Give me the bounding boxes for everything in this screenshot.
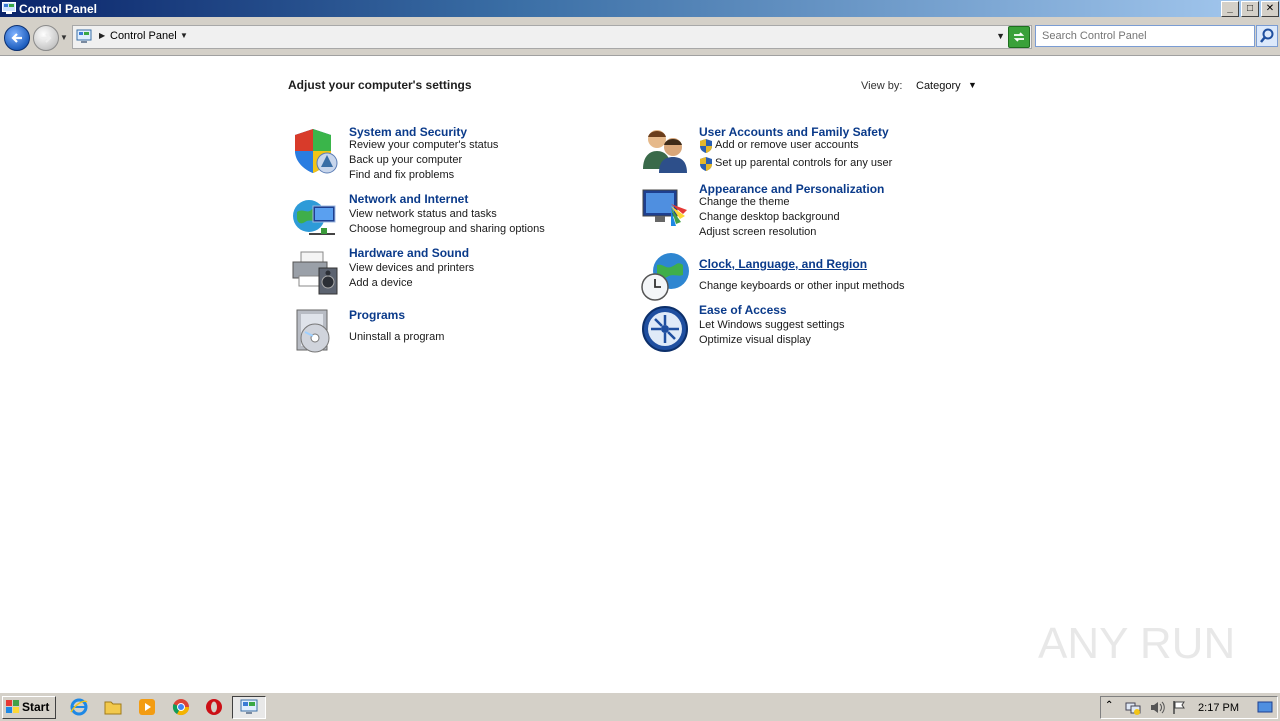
network-globe-icon bbox=[293, 200, 336, 235]
view-by-select[interactable]: Category bbox=[916, 80, 961, 92]
clock[interactable]: 2:17 PM bbox=[1198, 702, 1239, 714]
show-hidden-icons-icon[interactable]: ⌃ bbox=[1105, 700, 1121, 715]
category-link[interactable]: Adjust screen resolution bbox=[699, 226, 816, 238]
category-link[interactable]: Uninstall a program bbox=[349, 331, 444, 343]
category-link[interactable]: Review your computer's status bbox=[349, 139, 498, 151]
opera-icon[interactable] bbox=[205, 698, 223, 716]
category-title[interactable]: System and Security bbox=[349, 125, 467, 139]
close-button[interactable]: ✕ bbox=[1261, 1, 1279, 17]
control-panel-icon bbox=[76, 29, 92, 43]
back-button[interactable] bbox=[4, 25, 30, 51]
refresh-icon bbox=[1013, 32, 1025, 42]
programs-disc-icon bbox=[296, 309, 330, 353]
category-title[interactable]: Ease of Access bbox=[699, 303, 787, 317]
monitor-palette-icon bbox=[642, 189, 687, 226]
control-panel-icon bbox=[240, 699, 258, 714]
category-link[interactable]: Find and fix problems bbox=[349, 169, 454, 181]
category-link[interactable]: Set up parental controls for any user bbox=[715, 157, 892, 169]
watermark-text: ANY RUN bbox=[1038, 619, 1233, 668]
title-bar: Control Panel _ □ ✕ bbox=[0, 0, 1280, 17]
breadcrumb[interactable]: Control Panel bbox=[110, 30, 177, 42]
control-panel-icon bbox=[2, 2, 16, 14]
search-icon bbox=[1260, 28, 1274, 43]
anyrun-watermark: ANY RUN bbox=[1038, 619, 1233, 668]
uac-shield-icon bbox=[700, 157, 712, 171]
action-center-flag-icon[interactable] bbox=[1171, 700, 1187, 715]
window-title: Control Panel bbox=[19, 2, 98, 16]
chevron-down-icon[interactable]: ▼ bbox=[968, 80, 977, 90]
category-link[interactable]: Change the theme bbox=[699, 196, 790, 208]
refresh-button[interactable] bbox=[1008, 26, 1030, 48]
search-button[interactable] bbox=[1256, 25, 1278, 47]
forward-button[interactable] bbox=[33, 25, 59, 51]
windows-logo-icon bbox=[6, 700, 19, 713]
category-link[interactable]: Choose homegroup and sharing options bbox=[349, 223, 545, 235]
category-title[interactable]: Clock, Language, and Region bbox=[699, 257, 867, 271]
uac-shield-icon bbox=[700, 139, 712, 153]
system-tray: ⌃ 2:17 PM bbox=[1100, 696, 1278, 719]
address-toolbar: ▼ ▶ Control Panel ▼ ▼ bbox=[0, 17, 1280, 56]
category-link[interactable]: Add a device bbox=[349, 277, 413, 289]
media-player-icon[interactable] bbox=[138, 698, 156, 716]
security-shield-icon bbox=[295, 129, 338, 174]
category-link[interactable]: Add or remove user accounts bbox=[715, 139, 859, 151]
recent-pages-dropdown-icon[interactable]: ▼ bbox=[60, 33, 68, 42]
show-desktop-icon[interactable] bbox=[1257, 700, 1273, 715]
folder-icon[interactable] bbox=[104, 698, 122, 716]
category-link[interactable]: View network status and tasks bbox=[349, 208, 497, 220]
users-icon bbox=[643, 130, 687, 173]
page-title: Adjust your computer's settings bbox=[288, 78, 472, 92]
printer-speaker-icon bbox=[292, 251, 338, 295]
chrome-icon[interactable] bbox=[172, 698, 190, 716]
category-title[interactable]: User Accounts and Family Safety bbox=[699, 125, 889, 139]
back-arrow-icon bbox=[11, 33, 22, 43]
address-field[interactable]: ▶ Control Panel ▼ ▼ bbox=[72, 25, 1032, 49]
category-link[interactable]: Change keyboards or other input methods bbox=[699, 280, 904, 292]
minimize-button[interactable]: _ bbox=[1221, 1, 1239, 17]
category-title[interactable]: Appearance and Personalization bbox=[699, 182, 884, 196]
start-button[interactable]: Start bbox=[2, 696, 56, 719]
globe-clock-icon bbox=[641, 253, 689, 301]
address-dropdown-icon[interactable]: ▼ bbox=[996, 31, 1005, 41]
category-link[interactable]: Back up your computer bbox=[349, 154, 462, 166]
category-link[interactable]: Change desktop background bbox=[699, 211, 840, 223]
start-label: Start bbox=[22, 700, 50, 714]
category-title[interactable]: Hardware and Sound bbox=[349, 246, 469, 260]
network-icon[interactable] bbox=[1125, 700, 1141, 715]
internet-explorer-icon[interactable] bbox=[70, 698, 88, 716]
category-link[interactable]: View devices and printers bbox=[349, 262, 474, 274]
category-title[interactable]: Programs bbox=[349, 308, 405, 322]
breadcrumb-caret-icon[interactable]: ▼ bbox=[180, 31, 188, 40]
view-by-label: View by: bbox=[861, 80, 903, 92]
maximize-button[interactable]: □ bbox=[1241, 1, 1259, 17]
breadcrumb-root-caret-icon[interactable]: ▶ bbox=[99, 31, 105, 40]
forward-arrow-icon bbox=[41, 33, 52, 43]
category-link[interactable]: Optimize visual display bbox=[699, 334, 811, 346]
volume-icon[interactable] bbox=[1149, 700, 1165, 715]
taskbar: Start ⌃ 2:17 PM bbox=[0, 692, 1280, 721]
ease-of-access-icon bbox=[642, 306, 688, 352]
category-link[interactable]: Let Windows suggest settings bbox=[699, 319, 845, 331]
category-title[interactable]: Network and Internet bbox=[349, 192, 468, 206]
search-input[interactable] bbox=[1035, 25, 1255, 47]
taskbar-item-control-panel[interactable] bbox=[232, 696, 266, 719]
